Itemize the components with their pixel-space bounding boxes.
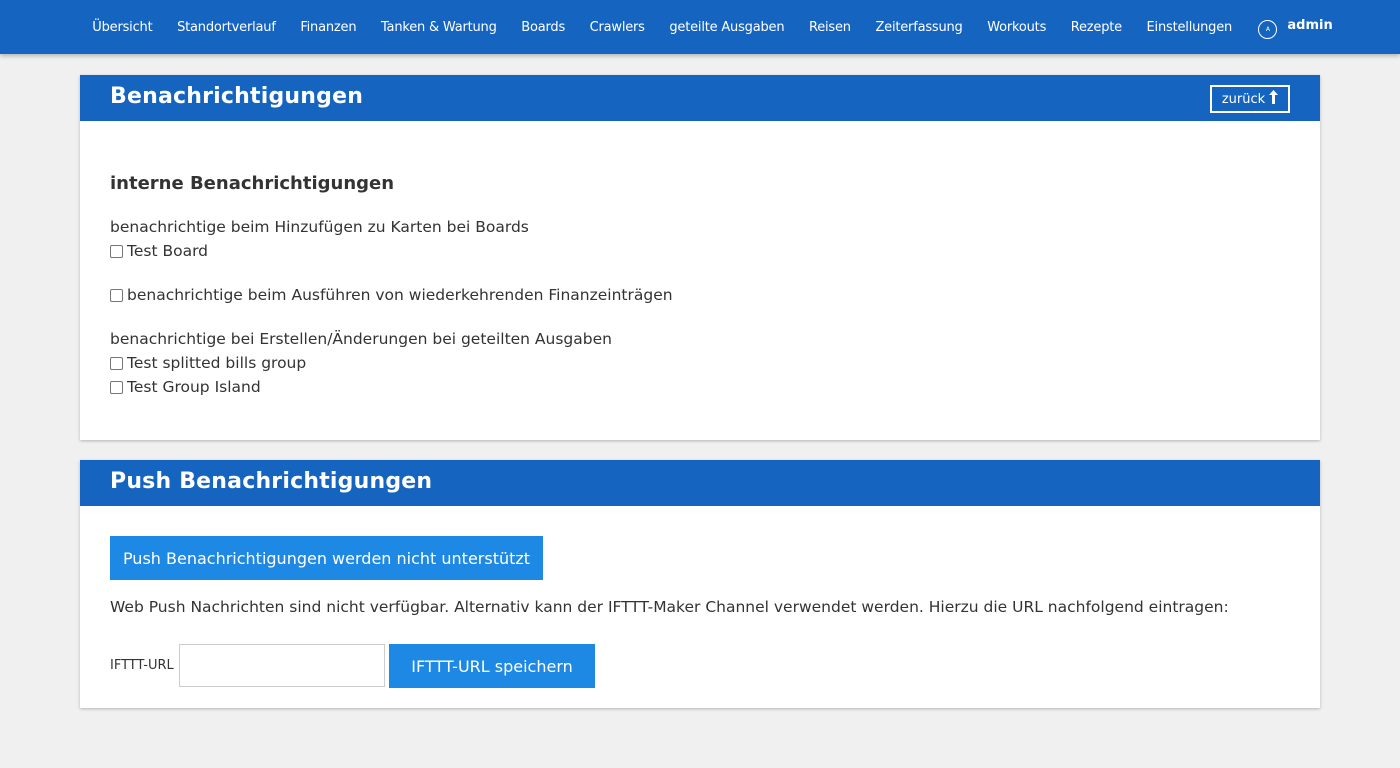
test-board-label: Test Board [127, 242, 209, 260]
nav-item-standortverlauf[interactable]: Standortverlauf [165, 20, 288, 35]
nav-item-zeiterfassung[interactable]: Zeiterfassung [863, 20, 975, 35]
splitbills-option-test-group-island[interactable]: Test Group Island [110, 378, 261, 396]
test-group-island-label: Test Group Island [127, 378, 261, 396]
avatar-icon: A [1258, 19, 1278, 39]
top-navigation-bar: Übersicht Standortverlauf Finanzen Tanke… [0, 0, 1400, 54]
nav-item-einstellungen[interactable]: Einstellungen [1134, 20, 1244, 35]
splitbills-option-test-splitted-bills-group[interactable]: Test splitted bills group [110, 354, 306, 372]
nav-menu: Übersicht Standortverlauf Finanzen Tanke… [80, 0, 1333, 54]
ifttt-save-button[interactable]: IFTTT-URL speichern [389, 644, 595, 688]
finance-notification-label: benachrichtige beim Ausführen von wieder… [127, 286, 673, 304]
push-notifications-card: Push Benachrichtigungen Push Benachricht… [80, 460, 1320, 708]
notifications-card-header: Benachrichtigungen zurück [80, 75, 1320, 121]
ifttt-url-label: IFTTT-URL [110, 658, 174, 673]
finance-notification-option[interactable]: benachrichtige beim Ausführen von wieder… [110, 286, 673, 304]
nav-item-finanzen[interactable]: Finanzen [288, 20, 369, 35]
internal-notifications-heading: interne Benachrichtigungen [110, 173, 395, 194]
test-splitted-bills-group-label: Test splitted bills group [127, 354, 307, 372]
notifications-card: Benachrichtigungen zurück interne Benach… [80, 75, 1320, 440]
nav-item-uebersicht[interactable]: Übersicht [80, 20, 165, 35]
test-splitted-bills-group-checkbox[interactable] [110, 356, 123, 370]
test-board-checkbox[interactable] [110, 244, 123, 258]
push-card-header: Push Benachrichtigungen [80, 460, 1320, 506]
nav-item-boards[interactable]: Boards [509, 20, 577, 35]
nav-item-crawlers[interactable]: Crawlers [577, 20, 657, 35]
nav-item-rezepte[interactable]: Rezepte [1058, 20, 1134, 35]
nav-item-tanken-wartung[interactable]: Tanken & Wartung [369, 20, 509, 35]
push-title: Push Benachrichtigungen [110, 469, 433, 494]
user-menu[interactable]: A admin [1244, 12, 1333, 39]
ifttt-url-input[interactable] [179, 644, 385, 687]
test-group-island-checkbox[interactable] [110, 380, 123, 394]
nav-item-geteilte-ausgaben[interactable]: geteilte Ausgaben [657, 20, 797, 35]
boards-notification-label: benachrichtige beim Hinzufügen zu Karten… [110, 218, 529, 236]
boards-option-test-board[interactable]: Test Board [110, 242, 208, 260]
push-unsupported-button[interactable]: Push Benachrichtigungen werden nicht unt… [110, 536, 543, 580]
back-button[interactable]: zurück [1210, 85, 1290, 113]
nav-item-workouts[interactable]: Workouts [975, 20, 1059, 35]
push-info-text: Web Push Nachrichten sind nicht verfügba… [110, 598, 1229, 616]
finance-checkbox[interactable] [110, 288, 123, 302]
splitbills-notification-label: benachrichtige bei Erstellen/Änderungen … [110, 330, 612, 348]
nav-item-reisen[interactable]: Reisen [797, 20, 863, 35]
notifications-title: Benachrichtigungen [110, 84, 364, 109]
arrow-up-icon [1269, 90, 1279, 108]
back-button-label: zurück [1221, 91, 1266, 107]
user-name: admin [1287, 17, 1333, 33]
